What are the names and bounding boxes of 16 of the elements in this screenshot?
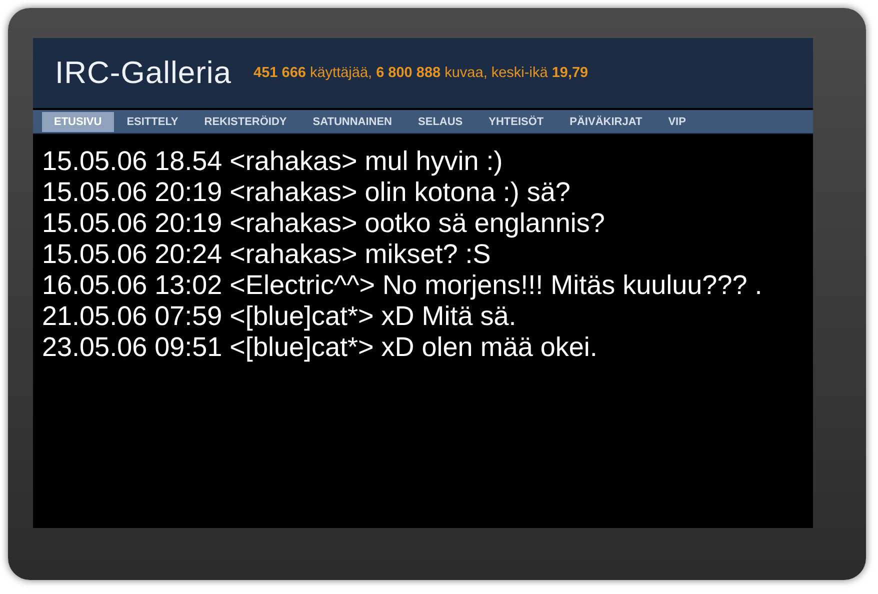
chat-message: 15.05.06 20:19 <rahakas> ootko sä englannis? xyxy=(42,208,606,239)
nav-tab[interactable]: PÄIVÄKIRJAT xyxy=(556,112,656,132)
chat-message: 21.05.06 07:59 <[blue]cat*> xD Mitä sä. xyxy=(42,301,518,332)
nav-tab[interactable]: REKISTERÖIDY xyxy=(191,112,300,132)
nav-tab[interactable]: YHTEISÖT xyxy=(476,112,557,132)
chat-message: 15.05.06 20:24 <rahakas> mikset? :S xyxy=(42,239,492,270)
chat-message: 16.05.06 13:02 <Electric^^> No morjens!!! Mitäs kuuluu??? . xyxy=(42,270,764,301)
chat-message: 15.05.06 18.54 <rahakas> mul hyvin :) xyxy=(42,146,504,177)
nav-tab[interactable]: VIP xyxy=(655,112,699,132)
nav-tab[interactable]: ESITTELY xyxy=(114,112,192,132)
chat-message: 23.05.06 09:51 <[blue]cat*> xD olen mää okei. xyxy=(42,332,598,363)
nav-tab[interactable]: SATUNNAINEN xyxy=(300,112,406,132)
nav-tab[interactable]: SELAUS xyxy=(405,112,476,132)
site-logo[interactable]: IRC-Galleria xyxy=(55,55,232,91)
chat-message: 15.05.06 20:19 <rahakas> olin kotona :) sä? xyxy=(42,177,572,208)
site-stats: 451 666 käyttäjää, 6 800 888 kuvaa, keski-ikä 19,79 xyxy=(254,65,588,81)
